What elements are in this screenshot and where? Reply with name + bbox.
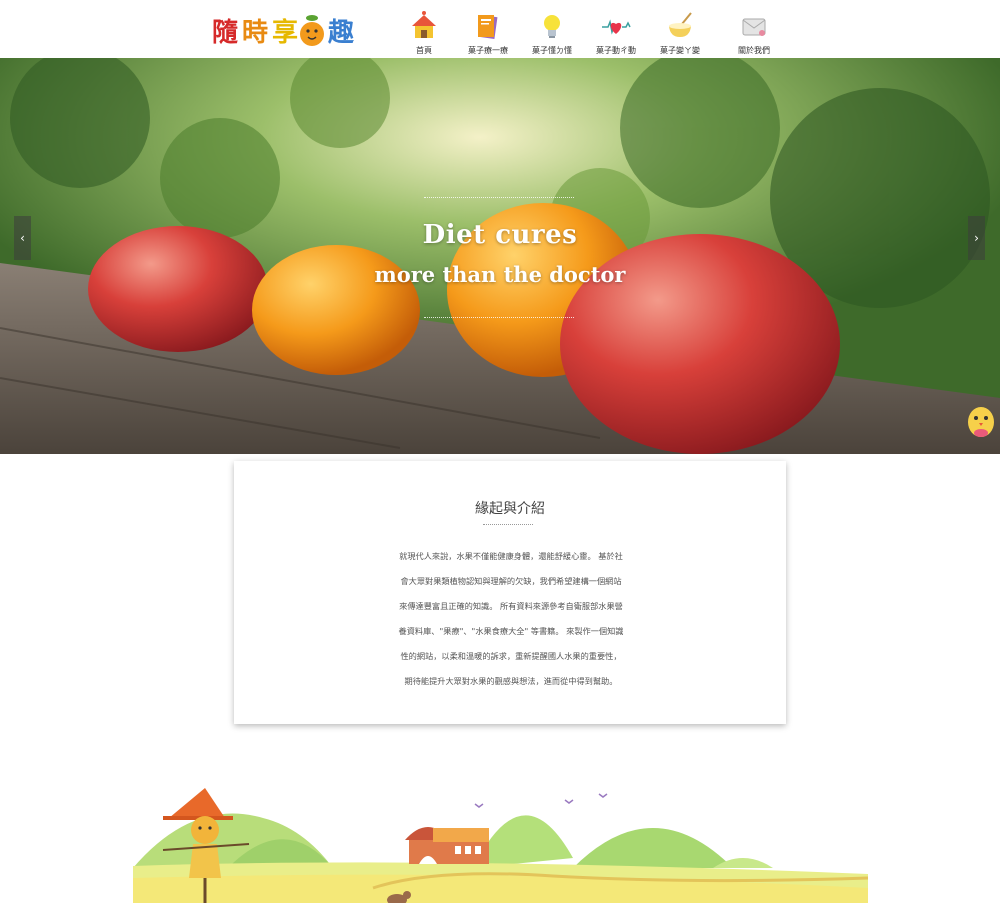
chevron-right-icon: › xyxy=(974,231,979,245)
orange-logo-icon xyxy=(300,15,324,46)
hero-divider-top xyxy=(424,197,574,198)
lightbulb-icon xyxy=(544,15,560,38)
intro-line-3: 來傳達豐富且正確的知識。 所有資料來源參考自衛服部水果營 xyxy=(399,601,623,611)
intro-line-6: 期待能提升大眾對水果的觀感與想法，進而從中得到幫助。 xyxy=(404,676,618,686)
heartbeat-icon xyxy=(602,19,631,35)
nav-item-heal[interactable]: 菓子療一療 xyxy=(456,8,520,58)
nav-label-move: 菓子動ㄔ動 xyxy=(596,46,636,55)
hero-divider-bottom xyxy=(424,317,574,318)
intro-line-4: 養資料庫、"果療"、"水果食療大全" 等書籍。 來製作一個知識 xyxy=(398,626,624,636)
nav-item-move[interactable]: 菓子動ㄔ動 xyxy=(584,8,648,58)
logo-char-1: 隨 xyxy=(212,18,239,48)
envelope-icon xyxy=(742,18,766,36)
hero-slider: Diet cures more than the doctor ‹ › xyxy=(0,58,1000,454)
mixing-bowl-icon xyxy=(669,12,692,37)
nav-item-about[interactable]: 關於我們 xyxy=(722,8,786,58)
intro-line-2: 會大眾對果類植物認知與理解的欠缺，我們希望建構一個網站 xyxy=(400,576,622,586)
logo-char-2: 時 xyxy=(242,18,269,48)
nav-label-heal: 菓子療一療 xyxy=(468,46,508,55)
house-icon xyxy=(412,11,436,38)
slider-prev-button[interactable]: ‹ xyxy=(14,216,31,260)
nav-item-change[interactable]: 菓子變ㄚ變 xyxy=(648,8,712,58)
intro-card: 緣起與介紹 就現代人來說，水果不僅能健康身體，還能舒緩心靈。 基於社 會大眾對果… xyxy=(234,461,786,724)
nav-item-know[interactable]: 菓子懂ㄉ懂 xyxy=(520,8,584,58)
farm-landscape-illustration xyxy=(133,788,868,903)
site-header: 隨 時 享 趣 首頁 菓子療一療 菓子懂ㄉ懂 菓子動ㄔ動 菓子變ㄚ變 關於我們 xyxy=(0,0,1000,58)
intro-line-5: 性的網站，以柔和溫暖的訴求，重新提醒國人水果的重要性， xyxy=(400,651,622,661)
hero-photo xyxy=(0,58,1000,454)
nav-item-home[interactable]: 首頁 xyxy=(392,8,456,58)
logo-char-3: 享 xyxy=(272,18,299,48)
hero-title-line2: more than the doctor xyxy=(374,262,626,287)
nav-label-change: 菓子變ㄚ變 xyxy=(660,46,700,55)
chevron-left-icon: ‹ xyxy=(20,231,25,245)
site-logo[interactable]: 隨 時 享 趣 xyxy=(212,6,360,54)
intro-line-1: 就現代人來說，水果不僅能健康身體，還能舒緩心靈。 基於社 xyxy=(399,551,623,561)
nav-label-about: 關於我們 xyxy=(738,46,770,55)
slider-next-button[interactable]: › xyxy=(968,216,985,260)
nav-label-home: 首頁 xyxy=(416,46,432,55)
logo-char-4: 趣 xyxy=(328,18,355,48)
book-icon xyxy=(478,14,498,40)
intro-title: 緣起與介紹 xyxy=(475,501,545,517)
nav-label-know: 菓子懂ㄉ懂 xyxy=(532,46,572,55)
chick-mascot-icon[interactable] xyxy=(966,398,996,438)
hero-title-line1: Diet cures xyxy=(422,220,578,250)
intro-title-divider xyxy=(483,524,533,525)
